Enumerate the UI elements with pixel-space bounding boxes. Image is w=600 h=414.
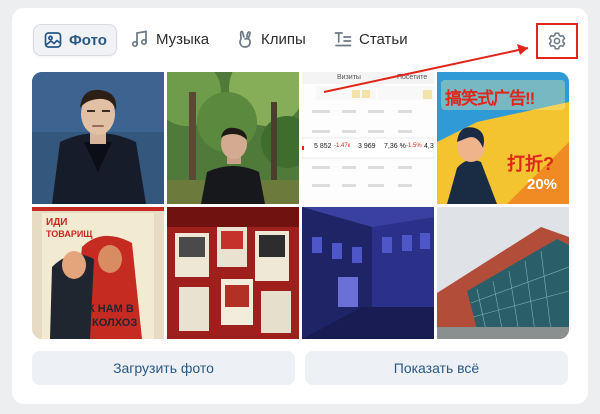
su-poster-top2: ТОВАРИЩ [46, 229, 93, 239]
photo-museum-wall[interactable] [167, 207, 299, 339]
cn-poster-percent: 20% [527, 176, 558, 193]
stats-visits-value: 5 852 [314, 143, 332, 150]
stats-col2-label: Посетите [397, 74, 428, 81]
tab-articles[interactable]: Статьи [333, 24, 408, 54]
stats-extra-value: 4,3 [424, 143, 434, 150]
tab-articles-label: Статьи [359, 30, 408, 48]
show-all-button[interactable]: Показать всё [305, 351, 568, 385]
tab-music[interactable]: Музыка [130, 24, 209, 54]
cn-poster-title: 搞笑式广告!! [445, 89, 535, 108]
tab-music-label: Музыка [156, 30, 210, 48]
photo-glass-building[interactable] [437, 207, 569, 339]
tab-clips[interactable]: Клипы [235, 24, 306, 54]
su-poster-bottom1: К НАМ В [88, 303, 134, 315]
photo-man-dark-coat[interactable] [32, 72, 164, 204]
stats-visitors-value: 3 969 [358, 143, 376, 150]
stats-col1-label: Визиты [337, 74, 361, 81]
stats-rate-value: 7,36 % [384, 143, 406, 150]
photo-night-street[interactable] [302, 207, 434, 339]
gear-icon [547, 31, 567, 51]
tab-photos-label: Фото [69, 31, 107, 49]
stats-visits-delta: -1.47к [334, 143, 351, 149]
stats-rate-delta: -1.5% [406, 143, 422, 149]
photo-man-forest[interactable] [167, 72, 299, 204]
photos-card [12, 8, 588, 404]
music-note-icon [130, 29, 150, 49]
su-poster-bottom2: КОЛХОЗ [92, 317, 138, 329]
tab-clips-label: Клипы [261, 30, 306, 48]
cn-poster-bottom: 打折? [507, 154, 554, 174]
su-poster-top: ИДИ [46, 217, 68, 228]
photo-chinese-poster[interactable]: 搞笑式广告!! 打折? 20% [437, 72, 569, 204]
photo-soviet-poster[interactable]: ИДИ ТОВАРИЩ К НАМ В КОЛХОЗ [32, 207, 164, 339]
upload-photo-button[interactable]: Загрузить фото [32, 351, 295, 385]
photo-stats-screenshot[interactable]: Визиты Посетите 5 852 -1.47к 3 969 7,36 … [302, 72, 434, 204]
image-icon [43, 30, 63, 50]
article-icon [333, 29, 353, 49]
tab-photos[interactable]: Фото [33, 24, 117, 56]
clips-hand-icon [235, 29, 255, 49]
settings-button[interactable] [536, 23, 578, 59]
